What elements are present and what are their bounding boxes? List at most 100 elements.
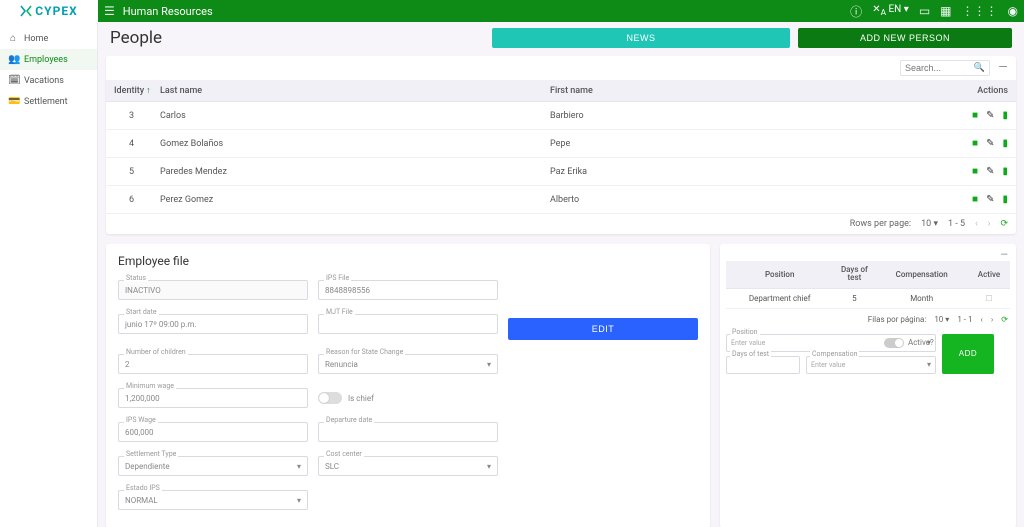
search-input[interactable]	[905, 63, 970, 73]
refresh-icon[interactable]: ⟳	[1000, 219, 1008, 229]
children-field[interactable]: Number of children 2	[118, 354, 308, 374]
col-identity[interactable]: Identity↑	[106, 80, 152, 102]
delete-icon[interactable]: ▮	[1002, 138, 1008, 149]
calendar-icon: 🗓	[8, 75, 18, 86]
cell-lastname: Carlos	[152, 102, 542, 130]
table-row[interactable]: 3CarlosBarbiero■✎▮	[106, 102, 1016, 130]
chevron-down-icon: ▾	[927, 360, 931, 369]
search-input-wrapper[interactable]: 🔍	[900, 60, 990, 76]
cost-center-field[interactable]: Cost center SLC▾	[318, 456, 498, 476]
delete-icon[interactable]: ▮	[1002, 110, 1008, 121]
view-icon[interactable]: ■	[972, 194, 978, 205]
rows-per-page-select[interactable]: 10 ▾	[921, 219, 938, 229]
ips-file-label: IPS File	[324, 274, 351, 282]
prev-page-button[interactable]: ‹	[975, 219, 978, 229]
ips-file-field[interactable]: IPS File 8848898556	[318, 280, 498, 300]
edit-icon[interactable]: ✎	[986, 138, 994, 149]
next-page-button[interactable]: ›	[988, 219, 991, 229]
cell-lastname: Paredes Mendez	[152, 158, 542, 186]
language-switch[interactable]: ✕A EN ▾	[872, 4, 909, 18]
active-toggle-label: Active?	[908, 338, 934, 347]
home-icon: ⌂	[8, 33, 18, 44]
departure-date-field[interactable]: Departure date	[318, 422, 498, 442]
compensation-select[interactable]: Compensation Enter value▾	[806, 356, 936, 374]
payment-icon: 💳	[8, 96, 18, 107]
rows-per-page-label: Rows per page:	[850, 219, 911, 229]
col-actions: Actions	[946, 80, 1016, 102]
more-icon[interactable]: —	[996, 60, 1010, 76]
edit-icon[interactable]: ✎	[986, 110, 994, 121]
employee-file-title: Employee file	[118, 254, 698, 268]
estado-ips-label: Estado IPS	[124, 484, 162, 492]
positions-paginator: Filas por página: 10 ▾ 1 - 1 ‹ › ⟳	[726, 309, 1010, 334]
view-icon[interactable]: ■	[972, 110, 978, 121]
sidebar-item-vacations[interactable]: 🗓 Vacations	[0, 70, 97, 91]
reason-field[interactable]: Reason for State Change Renuncia▾	[318, 354, 498, 374]
pos-rpp-select[interactable]: 10 ▾	[934, 315, 949, 324]
add-person-button[interactable]: ADD NEW PERSON	[798, 28, 1012, 48]
sidebar-item-label: Vacations	[24, 76, 64, 86]
pos-next-button[interactable]: ›	[991, 315, 993, 324]
edit-icon[interactable]: ✎	[986, 194, 994, 205]
pos-prev-button[interactable]: ‹	[980, 315, 982, 324]
pos-col-compensation[interactable]: Compensation	[875, 261, 968, 288]
pos-refresh-icon[interactable]: ⟳	[1001, 315, 1008, 324]
table-row[interactable]: 4Gomez BolañosPepe■✎▮	[106, 130, 1016, 158]
brand-logo[interactable]: CYPEX	[0, 0, 98, 22]
topbar-actions: ⓘ ✕A EN ▾ ▭ ▦ ⋮⋮⋮ ◉	[850, 3, 1018, 20]
add-button[interactable]: ADD	[942, 334, 994, 374]
card-view-icon[interactable]: ▭	[919, 4, 930, 18]
col-firstname[interactable]: First name	[542, 80, 946, 102]
lower-panels: Employee file Status INACTIVO IPS File 8…	[106, 244, 1016, 527]
grid-icon[interactable]: ⋮⋮⋮	[962, 4, 998, 18]
cell-lastname: Gomez Bolaños	[152, 130, 542, 158]
estado-ips-field[interactable]: Estado IPS NORMAL▾	[118, 490, 308, 510]
edit-icon[interactable]: ✎	[986, 166, 994, 177]
position-select-label: Position	[730, 328, 760, 336]
sidebar-item-home[interactable]: ⌂ Home	[0, 28, 97, 49]
cell-days: 5	[833, 288, 875, 308]
people-table: Identity↑ Last name First name Actions 3…	[106, 80, 1016, 214]
is-chief-toggle[interactable]: Is chief	[318, 388, 498, 408]
pos-range: 1 - 1	[957, 315, 972, 324]
help-icon[interactable]: ⓘ	[850, 3, 862, 20]
toggle-icon	[884, 338, 904, 348]
people-icon: 👥	[8, 54, 18, 65]
news-button[interactable]: NEWS	[492, 28, 790, 48]
days-of-test-field[interactable]: Days of test	[726, 356, 800, 374]
sidebar-item-settlement[interactable]: 💳 Settlement	[0, 91, 97, 112]
cost-center-label: Cost center	[324, 450, 364, 458]
view-icon[interactable]: ■	[972, 138, 978, 149]
delete-icon[interactable]: ▮	[1002, 166, 1008, 177]
pos-col-days[interactable]: Days of test	[833, 261, 875, 288]
table-row[interactable]: Department chief5Month☐	[726, 288, 1010, 308]
settlement-type-label: Settlement Type	[124, 450, 178, 458]
page-header: People NEWS ADD NEW PERSON	[106, 22, 1016, 56]
table-row[interactable]: 6Perez GomezAlberto■✎▮	[106, 186, 1016, 214]
positions-more-icon[interactable]: —	[726, 250, 1010, 261]
status-label: Status	[124, 274, 148, 282]
pos-col-active[interactable]: Active	[968, 261, 1010, 288]
pos-col-position[interactable]: Position	[726, 261, 833, 288]
cell-identity: 3	[106, 102, 152, 130]
start-date-field[interactable]: Start date junio 17º 09:00 p.m.	[118, 314, 308, 334]
min-wage-field[interactable]: Minimum wage 1,200,000	[118, 388, 308, 408]
dashboard-icon[interactable]: ▦	[940, 4, 951, 18]
delete-icon[interactable]: ▮	[1002, 194, 1008, 205]
ips-wage-field[interactable]: IPS Wage 600,000	[118, 422, 308, 442]
settlement-type-field[interactable]: Settlement Type Dependiente▾	[118, 456, 308, 476]
ips-wage-label: IPS Wage	[124, 416, 158, 424]
edit-button[interactable]: EDIT	[508, 318, 698, 340]
view-icon[interactable]: ■	[972, 166, 978, 177]
sidebar-item-employees[interactable]: 👥 Employees	[0, 49, 97, 70]
account-icon[interactable]: ◉	[1008, 4, 1018, 18]
status-field[interactable]: Status INACTIVO	[118, 280, 308, 300]
sidebar-item-label: Settlement	[24, 97, 68, 107]
active-toggle[interactable]: Active?	[884, 334, 936, 352]
col-lastname[interactable]: Last name	[152, 80, 542, 102]
mjt-file-field[interactable]: MJT File	[318, 314, 498, 334]
hamburger-icon[interactable]: ☰	[104, 4, 115, 18]
table-row[interactable]: 5Paredes MendezPaz Erika■✎▮	[106, 158, 1016, 186]
cell-position: Department chief	[726, 288, 833, 308]
cell-identity: 6	[106, 186, 152, 214]
